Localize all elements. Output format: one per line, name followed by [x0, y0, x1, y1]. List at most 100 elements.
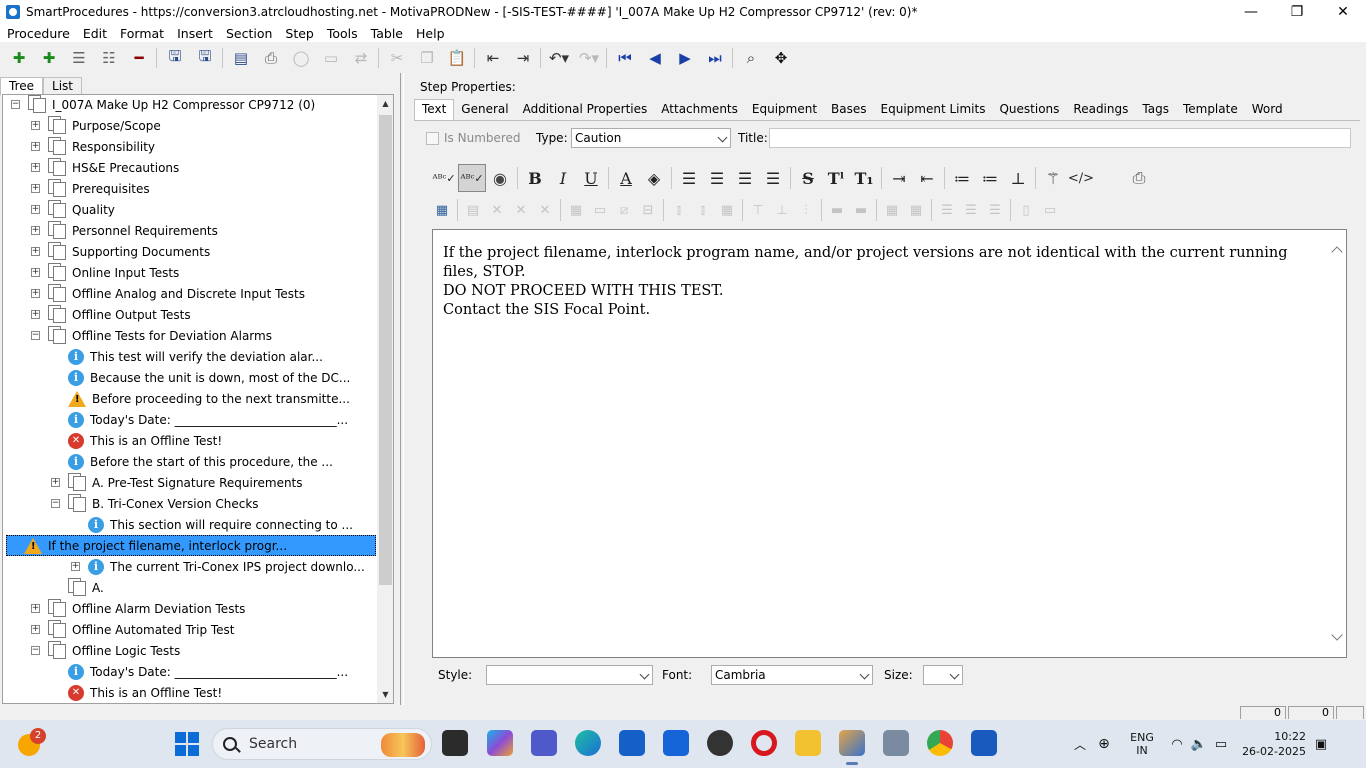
distribute-columns-icon[interactable]: ▦ — [715, 199, 739, 221]
size-select[interactable] — [923, 665, 963, 685]
preview-icon[interactable]: ▭ — [316, 44, 346, 72]
delete-row-icon[interactable]: ✕ — [509, 199, 533, 221]
expand-icon[interactable]: + — [31, 121, 40, 130]
expand-icon[interactable]: + — [31, 226, 40, 235]
tree-item[interactable]: i Because the unit is down, most of the D… — [51, 367, 350, 388]
tree-item[interactable]: + HS&E Precautions — [31, 157, 179, 178]
expand-icon[interactable]: + — [31, 184, 40, 193]
minimize-button[interactable]: — — [1228, 0, 1274, 24]
strikethrough-icon[interactable]: S — [794, 164, 822, 192]
tree-item[interactable]: If the project filename, interlock progr… — [6, 535, 376, 556]
delete-table-icon[interactable]: ✕ — [485, 199, 509, 221]
tree-item[interactable]: i This test will verify the deviation ala… — [51, 346, 323, 367]
tree-item[interactable]: ✕ This is an Offline Test! — [51, 682, 222, 703]
paste-icon[interactable]: 📋 — [442, 44, 472, 72]
font-select[interactable]: Cambria — [711, 665, 873, 685]
insert-row-above-icon[interactable]: ⊤ — [746, 199, 770, 221]
add-substep-icon[interactable]: ✚ — [34, 44, 64, 72]
save-icon[interactable]: 🖫 — [190, 44, 220, 72]
cut-icon[interactable]: ✂ — [382, 44, 412, 72]
task-view-icon[interactable] — [442, 730, 468, 756]
outdent-icon[interactable]: ⇤ — [478, 44, 508, 72]
type-select[interactable]: Caution — [571, 128, 731, 148]
resize-grip-icon[interactable] — [1336, 706, 1364, 719]
word-icon[interactable] — [971, 730, 997, 756]
distribute-rows-icon[interactable]: ⫶ — [794, 199, 818, 221]
tab-attachments[interactable]: Attachments — [654, 99, 745, 121]
title-input[interactable] — [769, 128, 1351, 148]
expand-icon[interactable]: + — [31, 205, 40, 214]
tree-item[interactable]: + i The current Tri-Conex IPS project down… — [71, 556, 365, 577]
opera-icon[interactable] — [751, 730, 777, 756]
menu-procedure[interactable]: Procedure — [0, 26, 76, 41]
notifications-icon[interactable]: ▣ — [1306, 737, 1336, 752]
insert-column-right-icon[interactable]: ⫾ — [691, 199, 715, 221]
bold-icon[interactable]: B — [521, 164, 549, 192]
split-cell-icon[interactable]: ⧄ — [612, 199, 636, 221]
undo-icon[interactable]: ↶▾ — [544, 44, 574, 72]
tab-tags[interactable]: Tags — [1135, 99, 1176, 121]
language-indicator[interactable]: ENG IN — [1118, 731, 1166, 757]
decrease-indent-icon[interactable]: ⇤ — [913, 164, 941, 192]
tree-item[interactable]: + Quality — [31, 199, 115, 220]
justify-icon[interactable]: ☰ — [759, 164, 787, 192]
align-left-icon[interactable]: ☰ — [675, 164, 703, 192]
tree-scrollbar[interactable]: ▲ ▼ — [377, 95, 393, 703]
tree-item[interactable]: + Online Input Tests — [31, 262, 179, 283]
panel-splitter[interactable] — [400, 73, 404, 705]
editor-content[interactable]: If the project filename, interlock progr… — [443, 244, 1323, 320]
last-step-icon[interactable]: ⏭ — [700, 44, 730, 72]
expand-icon[interactable]: + — [31, 604, 40, 613]
spellcheck-icon[interactable]: ᴬᴮᶜ✓ — [430, 164, 458, 192]
maximize-button[interactable]: ❐ — [1274, 0, 1320, 24]
align-right-icon[interactable]: ☰ — [731, 164, 759, 192]
expand-icon[interactable]: + — [31, 310, 40, 319]
insert-table-icon[interactable]: ▦ — [430, 199, 454, 221]
merge-cells-icon[interactable]: ▭ — [588, 199, 612, 221]
underline-icon[interactable]: U — [577, 164, 605, 192]
menu-tools[interactable]: Tools — [320, 26, 364, 41]
column-width-icon[interactable]: ▬ — [849, 199, 873, 221]
spellcheck-auto-icon[interactable]: ᴬᴮᶜ✓ — [458, 164, 486, 192]
align-middle-icon[interactable]: ☰ — [959, 199, 983, 221]
expand-icon[interactable]: + — [31, 163, 40, 172]
tab-readings[interactable]: Readings — [1066, 99, 1135, 121]
horizontal-rule-icon[interactable]: ⊥ — [1004, 164, 1032, 192]
tree-item[interactable]: Before proceeding to the next transmitte… — [51, 388, 350, 409]
resize-handle-icon[interactable]: ▯ — [1014, 199, 1038, 221]
expand-icon[interactable]: + — [31, 268, 40, 277]
menu-table[interactable]: Table — [364, 26, 409, 41]
tree-item[interactable]: i Today's Date: _________________________… — [51, 661, 348, 682]
network-status-icon[interactable]: ⊕ — [1090, 736, 1118, 752]
collapse-icon[interactable]: − — [31, 646, 40, 655]
tray-overflow-icon[interactable]: ︿ — [1070, 736, 1090, 753]
cell-properties-icon[interactable]: ▦ — [564, 199, 588, 221]
insert-column-left-icon[interactable]: ⫾ — [667, 199, 691, 221]
edge-icon[interactable] — [575, 730, 601, 756]
tree-item[interactable]: + Offline Alarm Deviation Tests — [31, 598, 245, 619]
volume-icon[interactable]: 🔈 — [1188, 737, 1210, 752]
tree-item[interactable]: A. — [51, 577, 104, 598]
tab-equipment[interactable]: Equipment — [745, 99, 824, 121]
align-top-icon[interactable]: ☰ — [935, 199, 959, 221]
smartprocedures-icon[interactable] — [839, 730, 865, 765]
magic-wand-icon[interactable]: ⚚ — [1039, 164, 1067, 192]
battery-icon[interactable]: ▭ — [1210, 737, 1232, 752]
tree-item[interactable]: + Supporting Documents — [31, 241, 210, 262]
input-field-icon[interactable]: ▭ — [1038, 199, 1062, 221]
align-bottom-icon[interactable]: ☰ — [983, 199, 1007, 221]
tree-item[interactable]: + Offline Output Tests — [31, 304, 191, 325]
store-icon[interactable] — [619, 730, 645, 756]
collapse-icon[interactable]: − — [51, 499, 60, 508]
copy-icon[interactable]: ❐ — [412, 44, 442, 72]
wifi-icon[interactable]: ◠ — [1166, 737, 1188, 752]
numbered-list-icon[interactable]: ≔ — [976, 164, 1004, 192]
editor-scrollbar[interactable] — [1330, 230, 1346, 657]
superscript-icon[interactable]: Tˡ — [822, 164, 850, 192]
tree-item[interactable]: + Purpose/Scope — [31, 115, 161, 136]
copilot-icon[interactable] — [487, 730, 513, 756]
export-icon[interactable]: ▤ — [226, 44, 256, 72]
dell-icon[interactable] — [707, 730, 733, 756]
collapse-icon[interactable]: − — [11, 100, 20, 109]
scroll-up-icon[interactable] — [1331, 246, 1343, 258]
